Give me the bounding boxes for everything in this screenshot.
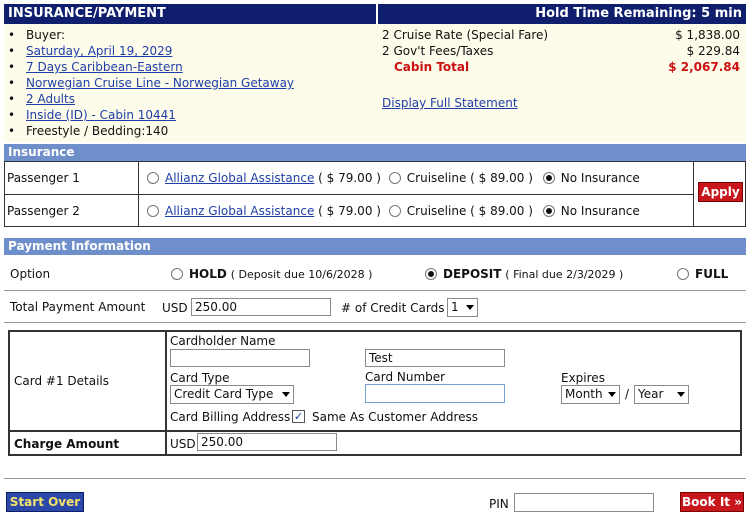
expires-label: Expires — [561, 371, 605, 385]
chevron-down-icon — [608, 392, 616, 397]
same-address-checkbox[interactable]: ✓ — [292, 410, 305, 423]
option-label: Option — [10, 267, 51, 281]
deposit-label: DEPOSIT — [443, 267, 502, 281]
fare-breakdown: 2 Cruise Rate (Special Fare) $ 1,838.00 2… — [382, 27, 740, 111]
same-address-label: Same As Customer Address — [312, 410, 479, 424]
insurance-row-passenger-1: Passenger 1 Allianz Global Assistance ( … — [5, 162, 693, 194]
full-radio[interactable] — [677, 268, 689, 280]
insurance-row-passenger-2: Passenger 2 Allianz Global Assistance ( … — [5, 195, 693, 227]
start-over-button[interactable]: Start Over — [6, 492, 84, 512]
guests-link[interactable]: 2 Adults — [26, 92, 75, 106]
cardholder-first-name-input[interactable] — [170, 349, 310, 367]
expires-slash: / — [625, 387, 630, 401]
deposit-radio[interactable] — [425, 268, 437, 280]
payment-header: Payment Information — [4, 238, 746, 255]
card-number-input[interactable] — [365, 384, 505, 403]
title-divider — [376, 4, 378, 24]
cardholder-last-name-input[interactable]: Test — [365, 349, 505, 367]
fee-row: 2 Gov't Fees/Taxes $ 229.84 — [382, 44, 740, 58]
full-label: FULL — [695, 267, 729, 281]
statement-row — [382, 79, 740, 95]
chevron-down-icon — [282, 392, 290, 397]
charge-amount-label: Charge Amount — [14, 437, 120, 451]
itinerary-link[interactable]: 7 Days Caribbean-Eastern — [26, 60, 183, 74]
allianz-radio[interactable] — [147, 205, 159, 217]
total-payment-label: Total Payment Amount — [10, 300, 146, 314]
chevron-down-icon — [466, 305, 474, 310]
cruiseline-radio[interactable] — [388, 205, 401, 217]
no-insurance-radio[interactable] — [542, 205, 555, 217]
allianz-radio[interactable] — [147, 172, 159, 184]
bullet-icon: • — [8, 108, 16, 122]
charge-amount-input[interactable]: 250.00 — [197, 433, 337, 451]
payment-option-row: Option HOLD ( Deposit due 10/6/2028 ) DE… — [10, 267, 729, 281]
cruiseline-radio[interactable] — [388, 172, 401, 184]
insurance-header: Insurance — [4, 144, 746, 161]
pin-label: PIN — [489, 497, 509, 511]
hold-time-remaining: Hold Time Remaining: 5 min — [535, 6, 742, 21]
billing-address-label: Card Billing Address — [170, 410, 291, 424]
cabin-total-amount: $ 2,067.84 — [668, 60, 740, 74]
credit-cards-select[interactable]: 1 — [447, 298, 478, 317]
currency-label: USD — [162, 301, 188, 315]
card-type-label: Card Type — [170, 371, 230, 385]
page-title: INSURANCE/PAYMENT — [8, 6, 166, 21]
bullet-icon: • — [8, 60, 16, 74]
total-payment-input[interactable]: 250.00 — [191, 298, 331, 316]
apply-button[interactable]: Apply — [698, 182, 743, 202]
cabin-link[interactable]: Inside (ID) - Cabin 10441 — [26, 108, 176, 122]
book-it-button[interactable]: Book It » — [680, 492, 744, 512]
total-payment-row: Total Payment Amount USD 250.00 # of Cre… — [4, 297, 746, 319]
sail-date-link[interactable]: Saturday, April 19, 2029 — [26, 44, 172, 58]
passenger-label: Passenger 2 — [7, 204, 80, 218]
allianz-link[interactable]: Allianz Global Assistance — [165, 171, 314, 185]
expires-month-select[interactable]: Month — [561, 385, 620, 404]
dining-bedding-item: • Freestyle / Bedding:140 — [8, 124, 169, 138]
title-bar: INSURANCE/PAYMENT Hold Time Remaining: 5… — [4, 4, 746, 24]
cabin-total-row: Cabin Total $ 2,067.84 — [382, 59, 740, 75]
no-insurance-radio[interactable] — [542, 172, 555, 184]
fee-row: 2 Cruise Rate (Special Fare) $ 1,838.00 — [382, 28, 740, 42]
bullet-icon: • — [8, 76, 16, 90]
pin-input[interactable] — [514, 493, 654, 512]
booking-summary: • Buyer: • Saturday, April 19, 2029 • 7 Day… — [4, 24, 746, 142]
charge-currency-label: USD — [170, 437, 196, 451]
expires-year-select[interactable]: Year — [634, 385, 689, 404]
hold-label: HOLD — [189, 267, 227, 281]
bullet-icon: • — [8, 44, 16, 58]
bullet-icon: • — [8, 28, 16, 42]
bullet-icon: • — [8, 124, 16, 138]
card-details-label: Card #1 Details — [14, 374, 109, 388]
cabin-total-label: Cabin Total — [394, 60, 470, 74]
passenger-label: Passenger 1 — [7, 171, 80, 185]
card-details-box: Card #1 Details Cardholder Name Test Car… — [8, 330, 742, 456]
card-type-select[interactable]: Credit Card Type — [170, 385, 294, 404]
chevron-down-icon — [677, 392, 685, 397]
insurance-table: Passenger 1 Allianz Global Assistance ( … — [4, 161, 746, 227]
credit-cards-label: # of Credit Cards — [341, 301, 445, 315]
cardholder-name-label: Cardholder Name — [170, 334, 276, 348]
statement-link-row[interactable]: Display Full Statement — [382, 95, 740, 111]
display-full-statement-link[interactable]: Display Full Statement — [382, 96, 518, 110]
card-number-label: Card Number — [365, 370, 446, 384]
allianz-link[interactable]: Allianz Global Assistance — [165, 204, 314, 218]
ship-link[interactable]: Norwegian Cruise Line - Norwegian Getawa… — [26, 76, 294, 90]
hold-radio[interactable] — [171, 268, 183, 280]
bullet-icon: • — [8, 92, 16, 106]
